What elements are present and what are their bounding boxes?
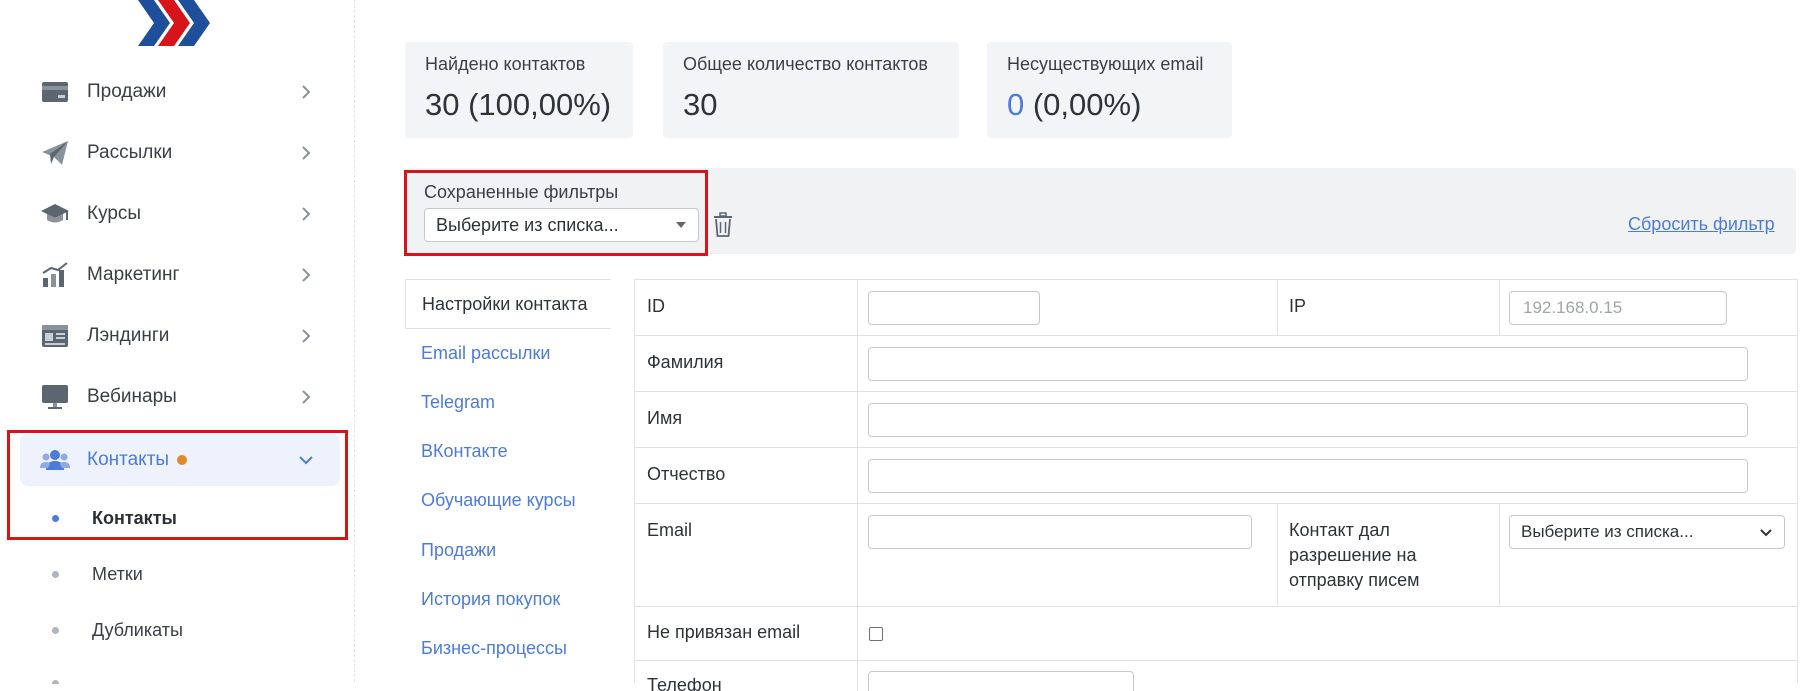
stat-found-contacts: Найдено контактов 30 (100,00%) <box>405 42 633 138</box>
stat-total-contacts: Общее количество контактов 30 <box>663 42 959 138</box>
landing-page-icon <box>40 321 70 351</box>
tab-email-mailings[interactable]: Email рассылки <box>405 329 611 377</box>
patronymic-input[interactable] <box>868 459 1748 493</box>
stat-title: Общее количество контактов <box>683 54 928 74</box>
chevron-right-icon <box>302 329 311 343</box>
tab-training-courses[interactable]: Обучающие курсы <box>405 476 611 524</box>
chevron-down-icon <box>299 456 313 465</box>
chevron-right-icon <box>302 390 311 404</box>
sidebar-item-label: Рассылки <box>87 142 173 163</box>
sidebar-item-mailings[interactable]: Рассылки <box>20 127 340 179</box>
firstname-input[interactable] <box>868 403 1748 437</box>
tab-telegram[interactable]: Telegram <box>405 378 611 426</box>
stat-value: 0 (0,00%) <box>1007 87 1141 123</box>
sidebar-item-label: Контакты <box>87 449 170 470</box>
reset-filter-link[interactable]: Сбросить фильтр <box>1628 214 1775 235</box>
form-row-patronymic: Отчество <box>635 448 1797 504</box>
form-row-phone: Телефон <box>635 661 1797 691</box>
sidebar-subitem-partial[interactable] <box>20 664 340 684</box>
phone-label: Телефон <box>647 675 722 691</box>
consent-label: Контакт дал разрешение на отправку писем <box>1289 520 1420 590</box>
sidebar-item-label: Продажи <box>87 81 167 102</box>
chevron-right-icon <box>302 268 311 282</box>
tab-business-processes[interactable]: Бизнес-процессы <box>405 624 611 672</box>
stat-invalid-email: Несуществующих email 0 (0,00%) <box>987 42 1232 138</box>
chart-growth-icon <box>40 260 70 290</box>
lastname-input[interactable] <box>868 347 1748 381</box>
select-value: Выберите из списка... <box>436 214 619 235</box>
tab-purchase-history[interactable]: История покупок <box>405 575 611 623</box>
brand-logo <box>138 0 210 46</box>
credit-card-icon <box>40 77 70 107</box>
chevron-right-icon <box>302 85 311 99</box>
form-row-firstname: Имя <box>635 392 1797 448</box>
notification-badge <box>177 455 188 465</box>
sidebar-item-label: Вебинары <box>87 386 177 407</box>
sidebar-item-landings[interactable]: Лэндинги <box>20 310 340 362</box>
sidebar-subitem-label: Контакты <box>92 507 177 528</box>
form-row-no-email: Не привязан email <box>635 607 1797 661</box>
ip-label: IP <box>1289 296 1307 316</box>
users-icon <box>40 445 70 475</box>
stat-value-link[interactable]: 0 <box>1007 87 1024 122</box>
bullet-icon <box>52 514 59 522</box>
trash-icon[interactable] <box>712 212 734 238</box>
sidebar-item-webinars[interactable]: Вебинары <box>20 371 340 423</box>
sidebar-subitem-duplicates[interactable]: Дубликаты <box>20 610 340 650</box>
tab-sales[interactable]: Продажи <box>405 526 611 574</box>
email-label: Email <box>647 520 693 540</box>
form-row-lastname: Фамилия <box>635 336 1797 392</box>
paper-plane-icon <box>40 138 70 168</box>
tab-contact-settings[interactable]: Настройки контакта <box>405 279 611 329</box>
phone-input[interactable] <box>868 671 1134 691</box>
stat-title: Несуществующих email <box>1007 54 1204 74</box>
saved-filters-select[interactable]: Выберите из списка... <box>424 208 699 242</box>
sidebar-subitem-label: Дубликаты <box>92 619 183 640</box>
sidebar-item-courses[interactable]: Курсы <box>20 188 340 240</box>
stat-value-percent: (0,00%) <box>1024 87 1142 122</box>
sidebar: Продажи Рассылки Курсы Маркетинг Лэндинг… <box>0 0 355 684</box>
id-input[interactable] <box>868 291 1040 325</box>
no-email-checkbox[interactable] <box>869 627 883 641</box>
graduation-cap-icon <box>40 199 70 229</box>
chevron-down-icon <box>1760 529 1772 537</box>
select-value: Выберите из списка... <box>1521 522 1694 541</box>
no-email-label: Не привязан email <box>647 622 801 642</box>
ip-placeholder: 192.168.0.15 <box>1523 298 1623 317</box>
sidebar-item-label: Маркетинг <box>87 264 180 285</box>
caret-down-icon <box>676 222 686 228</box>
consent-select[interactable]: Выберите из списка... <box>1509 515 1785 549</box>
stat-value: 30 <box>683 87 718 122</box>
patronymic-label: Отчество <box>647 464 726 484</box>
ip-input[interactable]: 192.168.0.15 <box>1509 291 1727 325</box>
chevron-right-icon <box>302 146 311 160</box>
sidebar-item-label: Лэндинги <box>87 325 170 346</box>
firstname-label: Имя <box>647 408 683 428</box>
stat-value: 30 (100,00%) <box>425 87 612 122</box>
form-row-email: Email Контакт дал разрешение на отправку… <box>635 504 1797 607</box>
bullet-icon <box>52 570 59 578</box>
sidebar-subitem-tags[interactable]: Метки <box>20 554 340 594</box>
stat-title: Найдено контактов <box>425 54 586 74</box>
email-input[interactable] <box>868 515 1252 549</box>
tab-vkontakte[interactable]: ВКонтакте <box>405 427 611 475</box>
sidebar-item-sales[interactable]: Продажи <box>20 66 340 118</box>
monitor-icon <box>40 382 70 412</box>
bullet-icon <box>52 626 59 634</box>
sidebar-subitem-contacts[interactable]: Контакты <box>20 498 340 538</box>
lastname-label: Фамилия <box>647 352 724 372</box>
form-row-id: ID IP 192.168.0.15 <box>635 280 1797 336</box>
saved-filters-label: Сохраненные фильтры <box>424 182 619 202</box>
sidebar-item-marketing[interactable]: Маркетинг <box>20 249 340 301</box>
sidebar-item-contacts[interactable]: Контакты <box>20 434 340 486</box>
sidebar-item-label: Курсы <box>87 203 142 224</box>
id-label: ID <box>647 296 665 316</box>
chevron-right-icon <box>302 207 311 221</box>
sidebar-subitem-label: Метки <box>92 563 143 584</box>
contact-filter-form: ID IP 192.168.0.15 Фамилия Имя Отчество … <box>634 279 1798 691</box>
